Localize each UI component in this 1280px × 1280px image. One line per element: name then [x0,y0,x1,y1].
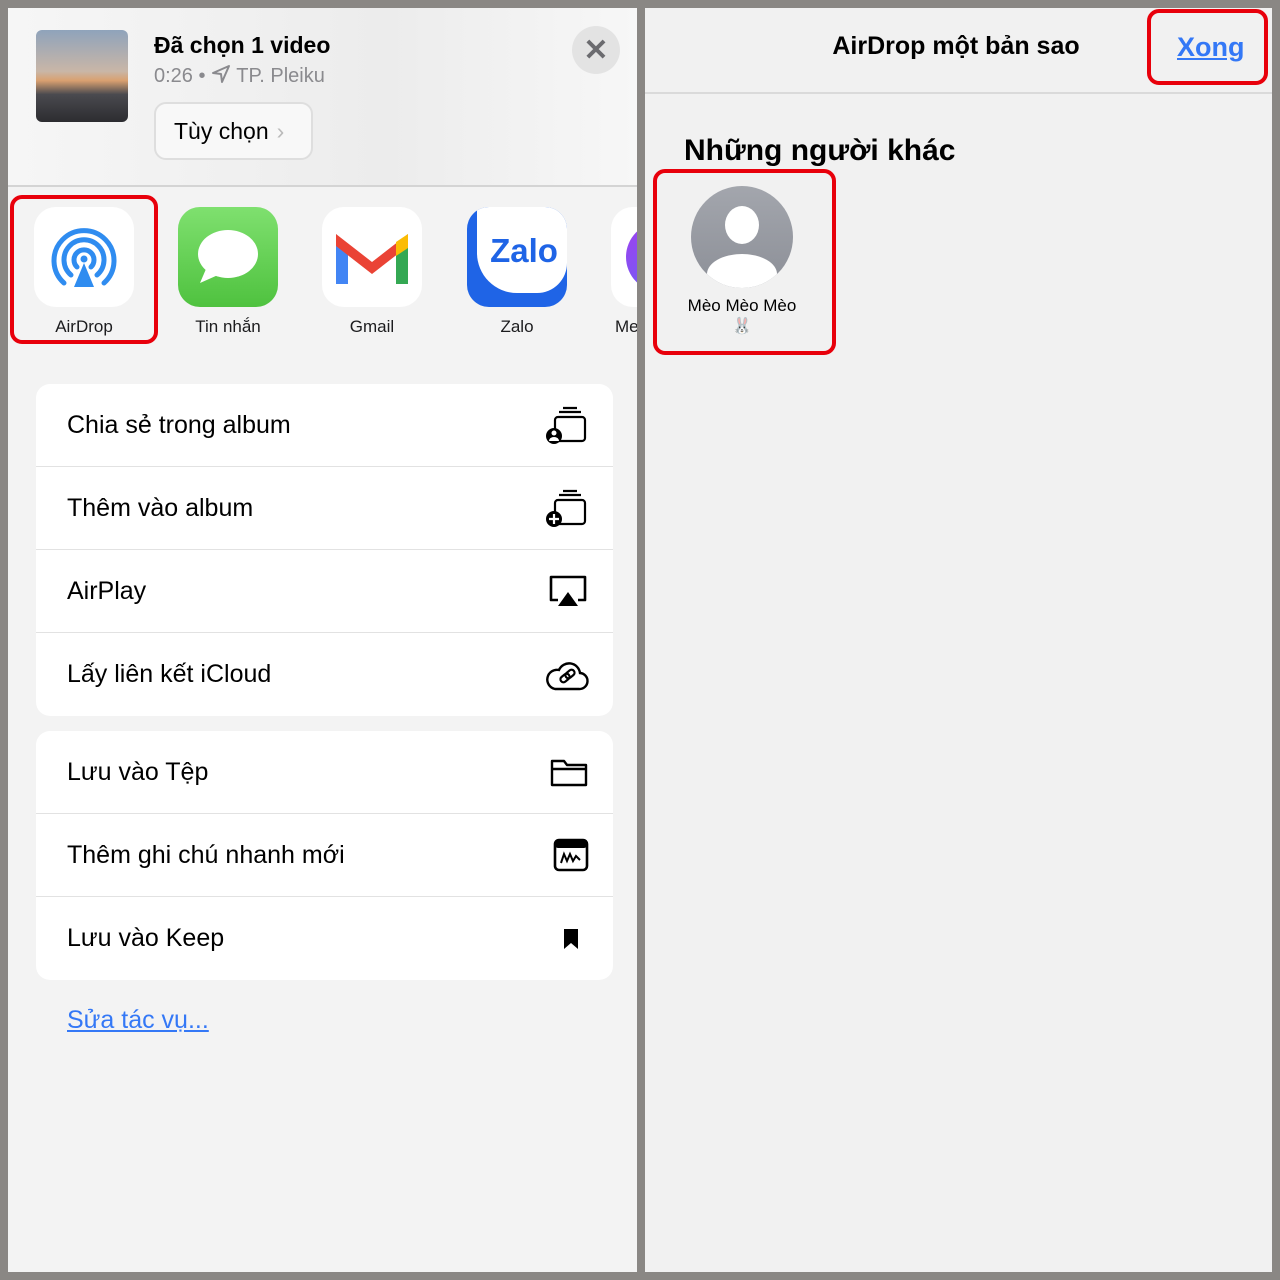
action-label: Lấy liên kết iCloud [67,660,272,688]
app-zalo[interactable]: Zalo Zalo [457,207,577,337]
close-icon: ✕ [583,33,609,67]
app-messenger[interactable]: Me [601,207,637,337]
action-label: Thêm vào album [67,493,254,522]
action-quick-note[interactable]: Thêm ghi chú nhanh mới [36,814,613,897]
quick-note-icon [553,838,589,872]
highlight-person [653,169,836,355]
options-button[interactable]: Tùy chọn › [154,102,313,160]
messages-icon [178,207,278,307]
divider [8,185,637,187]
location: TP. Pleiku [236,65,325,87]
action-label: Chia sẻ trong album [67,410,291,439]
action-group-1: Chia sẻ trong album Thêm vào album AirPl… [36,384,613,716]
action-shared-album[interactable]: Chia sẻ trong album [36,384,613,467]
action-icloud-link[interactable]: Lấy liên kết iCloud [36,633,613,716]
share-sheet: Đã chọn 1 video 0:26 • TP. Pleiku Tùy ch… [8,8,637,1272]
options-label: Tùy chọn [174,117,269,144]
divider [645,92,1272,94]
shared-album-icon [546,406,587,444]
action-save-files[interactable]: Lưu vào Tệp [36,731,613,814]
action-add-album[interactable]: Thêm vào album [36,467,613,550]
action-group-2: Lưu vào Tệp Thêm ghi chú nhanh mới Lưu v… [36,731,613,980]
edit-actions-link[interactable]: Sửa tác vụ... [67,1006,209,1035]
action-label: AirPlay [67,576,147,605]
app-label: Tin nhắn [195,317,261,336]
close-button[interactable]: ✕ [572,26,620,74]
bookmark-icon [564,928,578,949]
action-label: Lưu vào Keep [67,924,225,952]
separator: • [198,65,206,87]
location-arrow-icon [212,65,231,83]
airdrop-panel: AirDrop một bản sao Xong Những người khá… [645,8,1272,1272]
icloud-link-icon [546,661,589,690]
app-messages[interactable]: Tin nhắn [168,207,288,337]
gmail-icon [322,207,422,307]
zalo-icon: Zalo [467,207,567,307]
add-album-icon [546,489,587,527]
app-gmail[interactable]: Gmail [312,207,432,337]
action-save-keep[interactable]: Lưu vào Keep [36,897,613,980]
folder-icon [550,759,588,787]
zalo-logo-text: Zalo [490,232,558,269]
app-label: Me [615,317,637,336]
app-label: Zalo [500,317,534,336]
action-airplay[interactable]: AirPlay [36,550,613,633]
duration: 0:26 [154,65,193,87]
airplay-icon [549,575,587,606]
action-label: Lưu vào Tệp [67,757,209,786]
selection-title: Đã chọn 1 video [154,32,331,58]
section-title: Những người khác [684,134,956,167]
video-meta: 0:26 • TP. Pleiku [154,64,325,88]
messenger-icon [611,207,637,307]
video-thumbnail [36,30,128,122]
action-label: Thêm ghi chú nhanh mới [67,840,345,869]
highlight-done [1147,9,1268,85]
app-label: Gmail [349,317,395,336]
chevron-right-icon: › [276,117,285,144]
highlight-airdrop [10,195,158,344]
